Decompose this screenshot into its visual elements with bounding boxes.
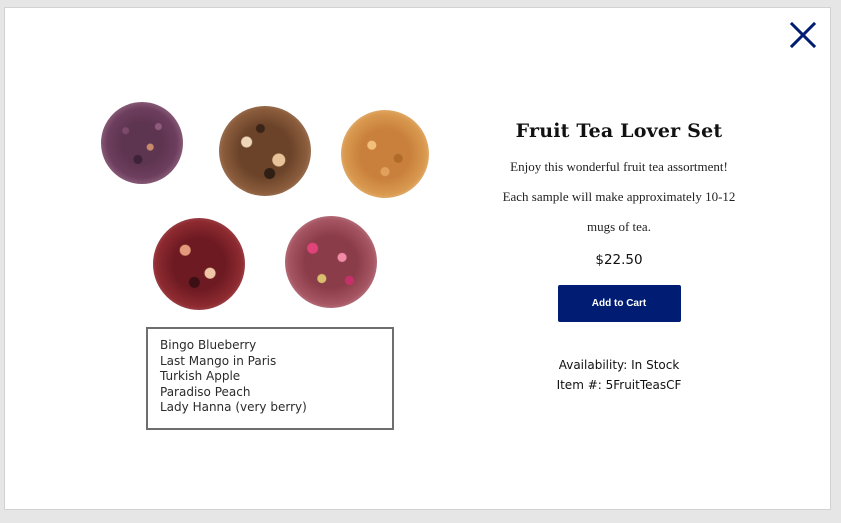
availability-text: Availability: In Stock [558, 358, 680, 372]
tea-pile-image [101, 102, 183, 184]
product-description-line: Enjoy this wonderful fruit tea assortmen… [510, 159, 728, 174]
flavor-item: Lady Hanna (very berry) [160, 400, 307, 415]
product-details: Fruit Tea Lover Set Enjoy this wonderful… [483, 116, 755, 395]
flavor-item: Bingo Blueberry [160, 338, 257, 352]
tea-pile-image [341, 110, 429, 198]
tea-pile-image [153, 218, 245, 310]
close-button[interactable] [789, 21, 817, 49]
flavor-item: Turkish Apple [160, 369, 241, 384]
tea-pile-image [285, 216, 377, 308]
product-meta: Availability: In Stock Item #: 5FruitTea… [483, 355, 755, 395]
product-description-line: Each sample will make approximately 10-1… [502, 189, 736, 204]
item-number-text: Item #: 5FruitTeasCF [556, 378, 682, 392]
flavor-list: Bingo Blueberry Last Mango in Paris Turk… [146, 327, 394, 430]
product-image: Bingo Blueberry Last Mango in Paris Turk… [91, 92, 436, 437]
product-quick-view-modal: Bingo Blueberry Last Mango in Paris Turk… [4, 7, 831, 510]
tea-pile-image [219, 106, 311, 196]
close-icon [789, 21, 817, 49]
product-description-line: mugs of tea. [587, 219, 651, 234]
flavor-item: Paradiso Peach [160, 384, 251, 399]
add-to-cart-button[interactable]: Add to Cart [557, 285, 681, 322]
flavor-item: Last Mango in Paris [160, 353, 277, 368]
product-title: Fruit Tea Lover Set [515, 120, 723, 142]
product-price: $22.50 [595, 252, 643, 268]
